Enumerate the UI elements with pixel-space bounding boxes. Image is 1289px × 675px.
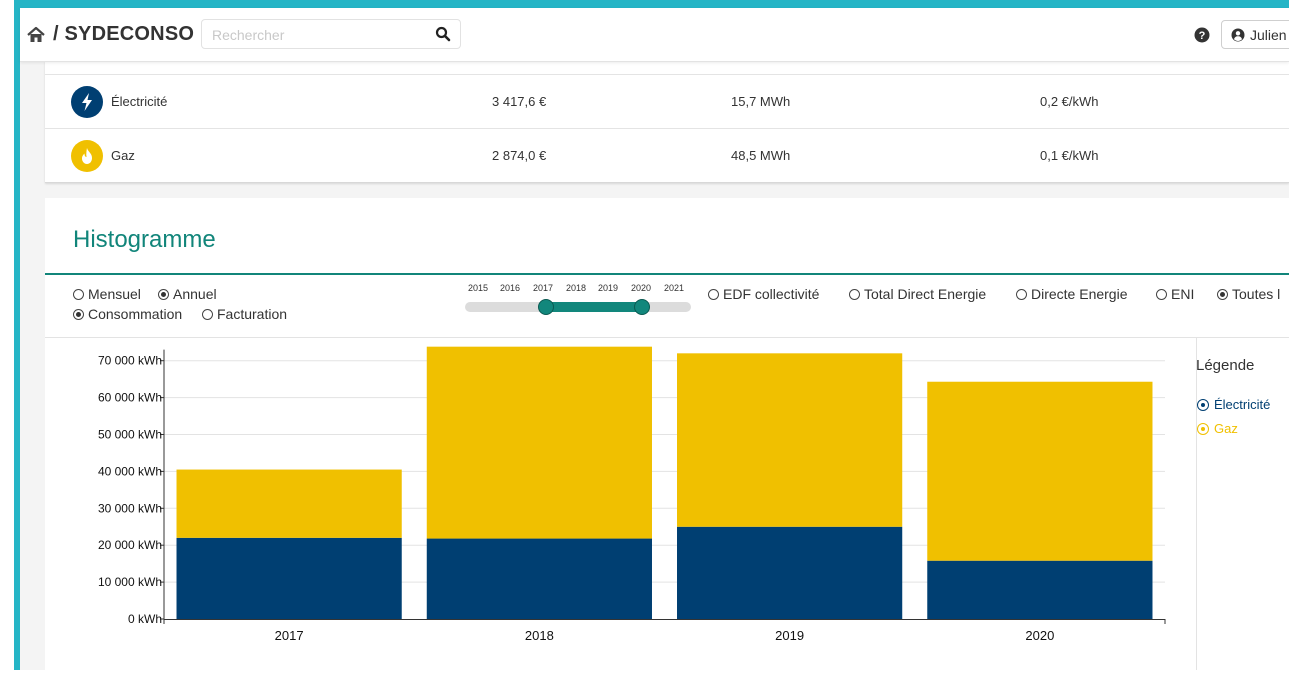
bar-segment <box>927 560 1153 619</box>
slider-handle-end[interactable] <box>634 299 650 315</box>
user-menu-button[interactable]: Julien <box>1221 20 1289 49</box>
cost-cell: 2 874,0 € <box>492 148 547 163</box>
top-navigation-bar: / SYDECONSO ? Julien <box>20 8 1289 62</box>
legend-marker-icon <box>1197 399 1209 411</box>
radio-label: EDF collectivité <box>723 286 820 302</box>
y-tick-label: 50 000 kWh <box>98 428 162 442</box>
x-tick-label: 2020 <box>1025 628 1054 643</box>
y-tick-label: 40 000 kWh <box>98 464 162 478</box>
user-icon <box>1231 28 1245 42</box>
unit-price-cell: 0,2 €/kWh <box>1040 94 1099 109</box>
flame-icon <box>71 140 103 172</box>
legend-panel <box>1196 337 1289 670</box>
radio-dot[interactable] <box>1016 289 1027 300</box>
y-tick-label: 20 000 kWh <box>98 538 162 552</box>
bar-segment <box>677 353 903 527</box>
slider-year: 2015 <box>468 283 489 293</box>
slider-handle-start[interactable] <box>538 299 554 315</box>
y-tick-label: 10 000 kWh <box>98 575 162 589</box>
radio-label: Mensuel <box>88 286 141 302</box>
x-tick-label: 2019 <box>775 628 804 643</box>
legend-marker-icon <box>1197 423 1209 435</box>
consumption-cell: 15,7 MWh <box>731 94 791 109</box>
radio-label: Toutes l <box>1232 286 1281 302</box>
slider-year: 2020 <box>631 283 652 293</box>
slider-selected-range <box>546 302 642 312</box>
histogram-card: Histogramme Mensuel Annuel Consommation … <box>45 198 1289 670</box>
summary-row-electricity: Électricité 3 417,6 € 15,7 MWh 0,2 €/kWh <box>45 75 1289 128</box>
y-tick-label: 0 kWh <box>128 612 162 626</box>
app-title[interactable]: / SYDECONSO <box>53 23 194 46</box>
help-icon[interactable]: ? <box>1194 27 1210 43</box>
search-input[interactable] <box>210 26 429 44</box>
energy-label: Gaz <box>111 148 135 163</box>
legend-title-text: Légende <box>1196 357 1255 374</box>
radio-label: Total Direct Energie <box>864 286 987 302</box>
bar-segment <box>426 538 652 619</box>
unit-price-cell: 0,1 €/kWh <box>1040 148 1099 163</box>
histogram-controls: Mensuel Annuel Consommation Facturation … <box>45 275 1289 338</box>
cost-cell: 3 417,6 € <box>492 94 547 109</box>
radio-dot[interactable] <box>73 289 84 300</box>
slider-year-labels: 2015 2016 2017 2018 2019 2020 2021 <box>465 283 693 293</box>
slider-year: 2021 <box>664 283 685 293</box>
summary-row-gas: Gaz 2 874,0 € 48,5 MWh 0,1 €/kWh <box>45 129 1289 182</box>
slider-year: 2018 <box>566 283 587 293</box>
home-icon[interactable] <box>26 25 46 45</box>
section-title: Histogramme <box>73 226 216 253</box>
stacked-bar-chart: 0 kWh 10 000 kWh 20 000 kWh 30 000 kWh 40 00… <box>98 346 1166 643</box>
radio-dot[interactable] <box>1217 289 1228 300</box>
slider-year: 2016 <box>500 283 521 293</box>
legend-label: Gaz <box>1214 421 1238 436</box>
y-tick-label: 60 000 kWh <box>98 391 162 405</box>
radio-dot[interactable] <box>849 289 860 300</box>
radio-dot[interactable] <box>158 289 169 300</box>
slider-year: 2017 <box>533 283 554 293</box>
radio-label: Facturation <box>217 306 288 322</box>
y-tick-label: 30 000 kWh <box>98 501 162 515</box>
search-box[interactable] <box>201 19 461 49</box>
chart-area: 0 kWh 10 000 kWh 20 000 kWh 30 000 kWh 40 00… <box>45 337 1196 670</box>
window-frame-top <box>14 0 1289 8</box>
legend-label: Électricité <box>1214 397 1271 412</box>
radio-dot[interactable] <box>708 289 719 300</box>
bar-segment <box>176 469 402 538</box>
radio-label: Consommation <box>88 306 183 322</box>
slider-year: 2019 <box>598 283 619 293</box>
bar-segment <box>176 537 402 619</box>
bar-segment <box>426 346 652 539</box>
svg-text:?: ? <box>1199 30 1206 42</box>
x-tick-label: 2017 <box>275 628 304 643</box>
radio-dot[interactable] <box>202 309 213 320</box>
y-tick-label: 70 000 kWh <box>98 354 162 368</box>
x-tick-label: 2018 <box>525 628 554 643</box>
radio-label: Directe Energie <box>1031 286 1128 302</box>
summary-card: Électricité 3 417,6 € 15,7 MWh 0,2 €/kWh… <box>45 61 1289 183</box>
year-range-slider[interactable]: 2015 2016 2017 2018 2019 2020 2021 <box>465 283 693 315</box>
radio-label: Annuel <box>173 286 217 302</box>
radio-label: ENI <box>1171 286 1195 302</box>
bar-segment <box>677 526 903 619</box>
radio-dot[interactable] <box>1156 289 1167 300</box>
search-icon[interactable] <box>435 26 451 42</box>
energy-label: Électricité <box>111 94 168 109</box>
bar-segment <box>927 381 1153 561</box>
radio-dot[interactable] <box>73 309 84 320</box>
lightning-icon <box>71 86 103 118</box>
consumption-cell: 48,5 MWh <box>731 148 791 163</box>
user-name: Julien <box>1250 27 1287 43</box>
